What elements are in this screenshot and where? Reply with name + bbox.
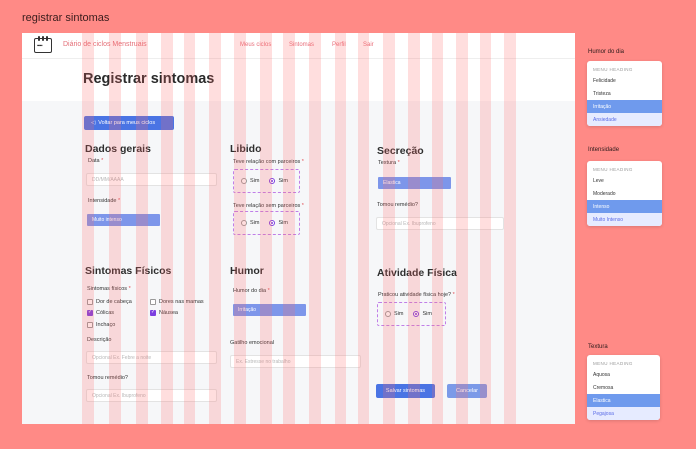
nav-sair[interactable]: Sair	[363, 42, 374, 48]
save-button[interactable]: Salvar sintomas	[376, 384, 435, 398]
nav-meus-ciclos[interactable]: Meus ciclos	[240, 42, 271, 48]
back-button[interactable]: ◁ Voltar para meus ciclos	[84, 116, 174, 130]
libido-q2-no[interactable]: Sim	[241, 220, 259, 226]
libido-q1-label: Teve relação com parceiros *	[233, 159, 304, 165]
check-inchaco[interactable]: Inchaço	[87, 322, 115, 328]
menu-heading: MENU HEADING	[593, 167, 633, 172]
back-button-label: Voltar para meus ciclos	[98, 120, 156, 126]
secrecao-remedy-input[interactable]: Opcional Ex. Ibuprofeno	[376, 217, 504, 230]
humor-select[interactable]: Irritação	[233, 304, 306, 316]
libido-q1-yes[interactable]: Sim	[269, 178, 288, 184]
check-nausea[interactable]: Náusea	[150, 309, 178, 316]
texture-label: Textura *	[378, 160, 400, 166]
section-atividade: Atividade Física	[377, 267, 457, 279]
check-dores-nas-mamas[interactable]: Dores nas mamas	[150, 299, 204, 305]
trigger-input[interactable]: Ex. Estresse no trabalho	[230, 355, 361, 368]
sintomas-remedy-label: Tomou remédio?	[87, 375, 128, 381]
panel-humor-title: Humor do dia	[588, 49, 625, 55]
menu-item-cremosa[interactable]: Cremosa	[587, 381, 660, 394]
descricao-label: Descrição	[87, 337, 112, 343]
sintomas-label: Sintomas físicos *	[87, 286, 131, 292]
atividade-no[interactable]: Sim	[385, 311, 403, 317]
menu-item-intenso[interactable]: Intenso	[587, 200, 662, 213]
atividade-radio-group: Sim Sim	[377, 302, 446, 326]
menu-item-muito-intenso[interactable]: Muito Intenso	[587, 213, 662, 226]
menu-item-tristeza[interactable]: Tristeza	[587, 87, 662, 100]
libido-q2-label: Teve relação sem parceiros *	[233, 203, 304, 209]
check-dor-de-cabeca[interactable]: Dor de cabeça	[87, 299, 132, 305]
date-input[interactable]: DD/MM/AAAA	[86, 173, 217, 186]
menu-textura: MENU HEADING Aquosa Cremosa Elastica Peg…	[587, 355, 660, 420]
libido-q2-yes[interactable]: Sim	[269, 220, 288, 226]
menu-item-irritacao[interactable]: Irritação	[587, 100, 662, 113]
menu-item-leve[interactable]: Leve	[587, 174, 662, 187]
libido-q1-no[interactable]: Sim	[241, 178, 259, 184]
humor-label: Humor do dia *	[233, 288, 270, 294]
chevron-left-icon: ◁	[91, 120, 96, 126]
intensity-select[interactable]: Muito intenso	[87, 214, 160, 226]
panel-intensidade-title: Intensidade	[588, 147, 620, 153]
menu-heading: MENU HEADING	[593, 67, 633, 72]
menu-item-elastica[interactable]: Elastica	[587, 394, 660, 407]
section-sintomas: Sintomas Físicos	[85, 265, 172, 277]
calendar-logo-icon: ▪▪▪▪	[34, 36, 52, 53]
menu-item-pegajosa[interactable]: Pegajosa	[587, 407, 660, 420]
app-name[interactable]: Diário de ciclos Menstruais	[63, 41, 147, 48]
menu-humor: MENU HEADING Felicidade Tristeza Irritaç…	[587, 61, 662, 126]
canvas-title: registrar sintomas	[22, 12, 110, 24]
secrecao-remedy-label: Tomou remédio?	[377, 202, 418, 208]
panel-textura-title: Textura	[588, 344, 608, 350]
app-frame: ▪▪▪▪ Diário de ciclos Menstruais Meus ci…	[22, 33, 575, 424]
cancel-button[interactable]: Cancelar	[447, 384, 487, 398]
top-navbar: ▪▪▪▪ Diário de ciclos Menstruais Meus ci…	[22, 33, 575, 59]
check-colicas[interactable]: Cólicas	[87, 309, 114, 316]
section-libido: Libido	[230, 143, 262, 155]
atividade-yes[interactable]: Sim	[413, 311, 432, 317]
sintomas-remedy-input[interactable]: Opcional Ex. Ibuprofeno	[86, 389, 217, 402]
texture-select[interactable]: Elastica	[378, 177, 451, 189]
date-label: Data *	[88, 158, 104, 164]
section-humor: Humor	[230, 265, 264, 277]
section-dados-gerais: Dados gerais	[85, 143, 151, 155]
nav-sintomas[interactable]: Sintomas	[289, 42, 314, 48]
menu-item-ansiedade[interactable]: Ansiedade	[587, 113, 662, 126]
nav-perfil[interactable]: Perfil	[332, 42, 346, 48]
menu-item-moderado[interactable]: Moderado	[587, 187, 662, 200]
intensity-label: Intensidade *	[88, 198, 121, 204]
page-title: Registrar sintomas	[83, 71, 215, 87]
section-secrecao: Secreção	[377, 145, 424, 157]
libido-q2-radio-group: Sim Sim	[233, 211, 300, 235]
menu-heading: MENU HEADING	[593, 361, 633, 366]
libido-q1-radio-group: Sim Sim	[233, 169, 300, 193]
descricao-input[interactable]: Opcional Ex. Febre a noite	[86, 351, 217, 364]
menu-item-felicidade[interactable]: Felicidade	[587, 74, 662, 87]
menu-item-aquosa[interactable]: Aquosa	[587, 368, 660, 381]
menu-intensidade: MENU HEADING Leve Moderado Intenso Muito…	[587, 161, 662, 226]
trigger-label: Gatilho emocional	[230, 340, 275, 346]
atividade-label: Praticou atividade física hoje? *	[378, 292, 455, 298]
